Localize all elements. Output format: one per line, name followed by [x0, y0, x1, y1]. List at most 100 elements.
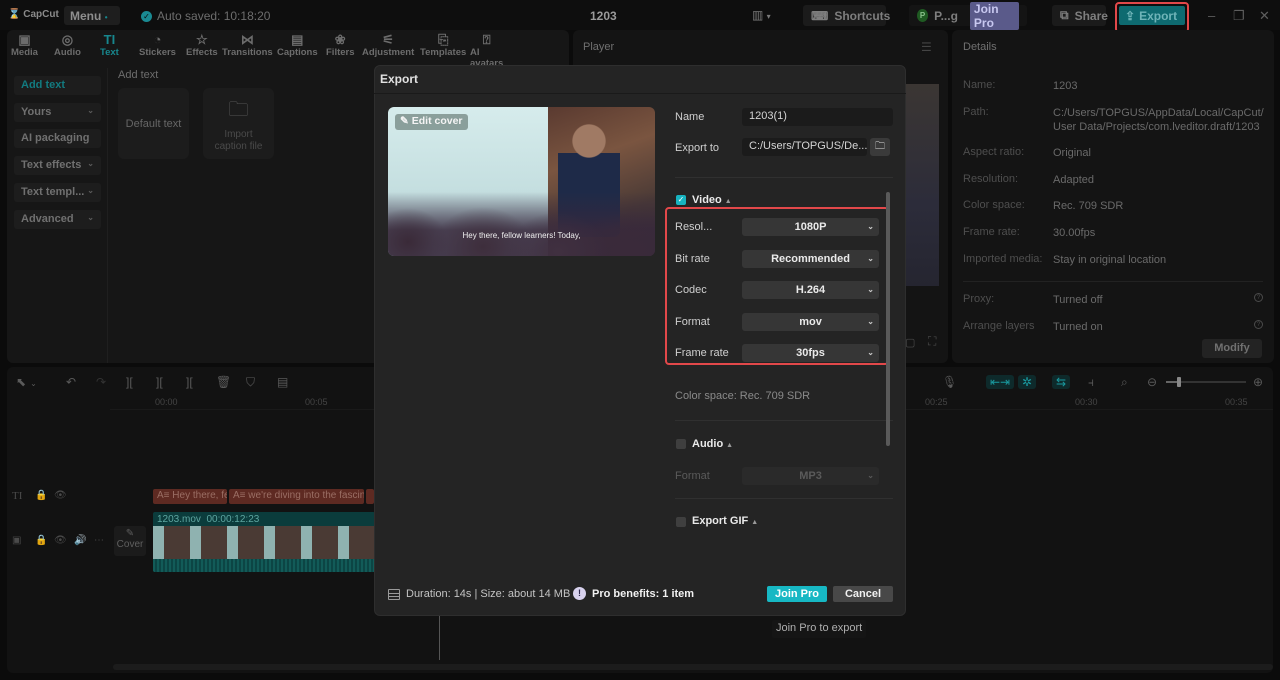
delete-icon[interactable]: 🗑 — [216, 375, 231, 389]
audio-waveform — [153, 559, 375, 572]
restore-icon[interactable]: ❐ — [1233, 8, 1245, 24]
audio-icon: ◎ — [61, 32, 74, 47]
category-add-text[interactable]: Add text — [14, 76, 101, 95]
detail-value: Turned off — [1053, 294, 1103, 306]
pencil-icon: ✎ — [125, 528, 135, 539]
arrange-help-icon[interactable]: ? — [1254, 320, 1263, 329]
player-menu-icon[interactable]: ☰ — [921, 40, 932, 54]
preview-axis-icon[interactable]: ⫞ — [1088, 375, 1094, 390]
text-clip[interactable]: A≡ we're diving into the fascin — [229, 489, 364, 504]
detail-value: Turned on — [1053, 321, 1103, 333]
fullscreen-icon[interactable]: ⛶ — [928, 334, 936, 349]
tab-templates[interactable]: ⎘ Templates — [416, 32, 470, 58]
tab-transitions[interactable]: ⋈ Transitions — [218, 32, 277, 58]
zoom-fit-icon[interactable]: ⌕ — [1121, 375, 1128, 390]
category-ai-packaging[interactable]: AI packaging — [14, 129, 101, 149]
zoom-in-icon[interactable]: ⊕ — [1253, 375, 1263, 389]
media-icon: ▣ — [18, 32, 31, 47]
app-logo: ⌛ CapCut — [8, 9, 59, 20]
split-icon[interactable]: ][ — [126, 375, 133, 389]
close-icon[interactable]: ✕ — [1259, 8, 1270, 24]
redo-icon[interactable]: ↷ — [96, 375, 106, 389]
cover-button[interactable]: ✎ Cover — [114, 526, 146, 556]
lock-icon[interactable]: 🔒 — [35, 490, 47, 501]
export-dialog-title: Export — [380, 72, 419, 86]
video-section-title[interactable]: Video ▲ — [692, 194, 732, 206]
text-clip[interactable]: A≡ Hey there, fe — [153, 489, 227, 504]
text-clip[interactable] — [366, 489, 374, 504]
import-caption-card[interactable]: 🗀 Import caption file — [203, 88, 274, 159]
tick-label: 00:05 — [305, 397, 328, 407]
modify-button[interactable]: Modify — [1202, 339, 1262, 358]
tab-ai-avatars[interactable]: ⍰ AI avatars — [466, 32, 507, 69]
dialog-scrollbar[interactable] — [886, 192, 890, 446]
captions-icon: ▤ — [291, 32, 304, 47]
select-tool-icon[interactable]: ⬉ ⌄ — [16, 375, 37, 389]
zoom-slider-handle[interactable] — [1177, 377, 1181, 387]
auto-snap-icon[interactable]: ✲ — [1018, 375, 1037, 389]
minimize-icon[interactable]: – — [1208, 8, 1215, 23]
eye-icon[interactable]: 👁 — [54, 490, 67, 501]
details-divider — [963, 281, 1263, 282]
cancel-button[interactable]: Cancel — [833, 586, 893, 602]
tab-adjustment[interactable]: ⚟ Adjustment — [358, 32, 418, 58]
detail-label: Path: — [963, 106, 989, 118]
pro-benefits[interactable]: ! Pro benefits: 1 item — [573, 587, 694, 600]
ratio-icon[interactable]: ▢ — [905, 336, 915, 349]
tab-captions[interactable]: ▤ Captions — [273, 32, 322, 58]
timeline-scrollbar[interactable] — [113, 664, 1273, 670]
edit-cover-button[interactable]: ✎ Edit cover — [395, 114, 468, 130]
default-text-card[interactable]: Default text — [118, 88, 189, 159]
tab-audio[interactable]: ◎ Audio — [50, 32, 85, 58]
trim-right-icon[interactable]: ][ — [186, 375, 193, 389]
account-area[interactable]: P P...g Join Pro — [909, 1, 1027, 30]
gif-checkbox[interactable] — [676, 517, 686, 527]
video-clip[interactable]: 1203.mov 00:00:12:23 — [153, 512, 375, 572]
zoom-slider[interactable] — [1166, 377, 1246, 387]
folder-browse-button[interactable]: 🗀 — [870, 138, 890, 156]
link-icon[interactable]: ⇆ — [1052, 375, 1071, 389]
detail-value: 1203 — [1053, 80, 1078, 92]
dialog-divider — [374, 93, 906, 94]
tab-media[interactable]: ▣ Media — [7, 32, 42, 58]
video-checkbox[interactable]: ✓ — [676, 195, 686, 205]
audio-checkbox[interactable] — [676, 439, 686, 449]
category-text-templ-[interactable]: Text templ... ⌄ — [14, 182, 101, 202]
proxy-help-icon[interactable]: ? — [1254, 293, 1263, 302]
marker-icon[interactable]: ⛉ — [246, 375, 255, 390]
tab-stickers[interactable]: ◔ Stickers — [135, 32, 180, 58]
category-text-effects[interactable]: Text effects ⌄ — [14, 156, 101, 176]
effects-icon: ☆ — [196, 32, 208, 47]
player-preview — [905, 84, 939, 286]
detail-label: Aspect ratio: — [963, 146, 1025, 158]
export-path-input[interactable]: C:/Users/TOPGUS/De... — [742, 138, 867, 156]
tab-effects[interactable]: ☆ Effects — [182, 32, 222, 58]
trim-left-icon[interactable]: ][ — [156, 375, 163, 389]
main-track-magnet-icon[interactable]: ⇤⇥ — [986, 375, 1015, 389]
eye-icon[interactable]: 👁 — [54, 535, 67, 546]
more-icon[interactable]: ⋯ — [94, 535, 104, 546]
category-advanced[interactable]: Advanced ⌄ — [14, 209, 101, 229]
category-yours[interactable]: Yours ⌄ — [14, 102, 101, 122]
audio-section-title[interactable]: Audio ▲ — [692, 438, 733, 450]
share-button[interactable]: ⧉ Share — [1052, 5, 1108, 26]
audio-format-label: Format — [675, 470, 710, 482]
tick-label: 00:30 — [1075, 397, 1098, 407]
undo-icon[interactable]: ↶ — [66, 375, 76, 389]
zoom-out-icon[interactable]: ⊖ — [1147, 375, 1157, 389]
gif-section-title[interactable]: Export GIF ▲ — [692, 515, 758, 527]
menu-button[interactable]: Menu • ⌄ — [64, 6, 120, 36]
microphone-icon[interactable]: 🎙 — [942, 375, 957, 389]
name-input[interactable]: 1203(1) — [742, 108, 893, 126]
caption-edit-icon[interactable]: ▤ — [277, 375, 288, 389]
playhead[interactable] — [439, 616, 440, 660]
join-pro-button[interactable]: Join Pro — [767, 586, 827, 602]
tab-text[interactable]: TI Text — [96, 32, 123, 58]
join-pro-badge[interactable]: Join Pro — [969, 1, 1019, 30]
ai-avatars-icon: ⍰ — [482, 32, 491, 47]
layout-icon[interactable]: ▥ ▾ — [752, 8, 771, 22]
mute-icon[interactable]: 🔊 — [74, 535, 86, 546]
shortcuts-button[interactable]: ⌨ Shortcuts — [803, 5, 890, 26]
tab-filters[interactable]: ❀ Filters — [322, 32, 359, 58]
lock-icon[interactable]: 🔒 — [35, 535, 47, 546]
